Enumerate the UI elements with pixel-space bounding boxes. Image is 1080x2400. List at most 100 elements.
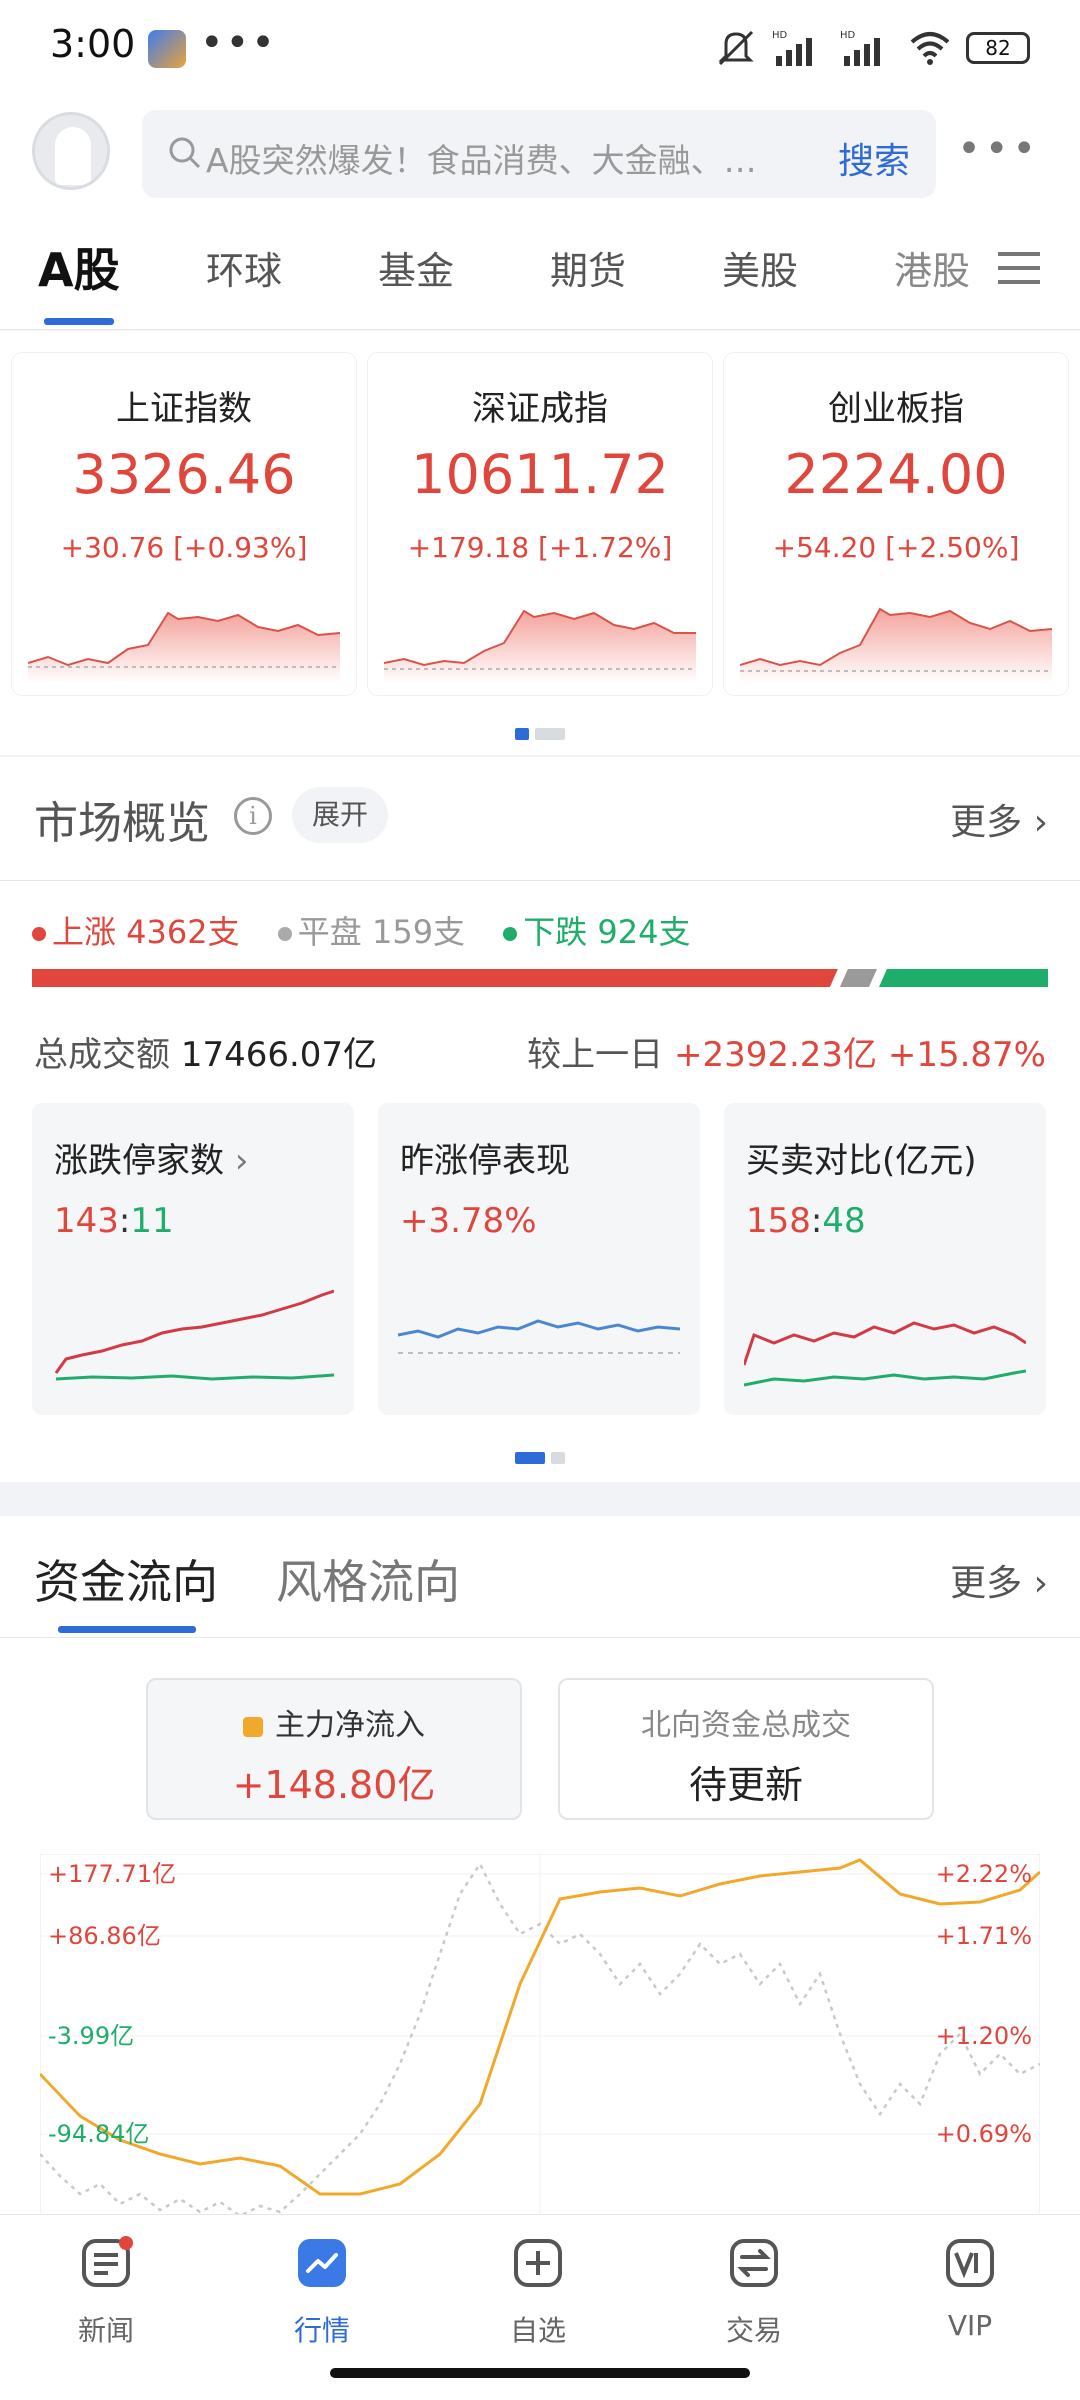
tab-hk-stocks[interactable]: 港股 <box>894 240 970 295</box>
buy-value: 158 <box>746 1201 811 1241</box>
more-menu-button[interactable]: ••• <box>957 126 1040 172</box>
search-input[interactable]: A股突然爆发！食品消费、大金融、… 搜索 <box>142 110 936 198</box>
search-button[interactable]: 搜索 <box>838 132 910 184</box>
index-value: 3326.46 <box>72 443 296 506</box>
separator: : <box>118 1201 131 1241</box>
section-title: 市场概览 <box>34 798 210 849</box>
index-card-chinext[interactable]: 创业板指 2224.00 +54.20 [+2.50%] <box>724 353 1068 695</box>
trade-icon <box>730 2239 778 2287</box>
index-change: +30.76 [+0.93%] <box>60 531 308 564</box>
nav-market[interactable]: 行情 <box>252 2235 392 2349</box>
more-label: 更多 <box>950 1563 1023 1604</box>
card-title: 买卖对比(亿元) <box>746 1141 977 1181</box>
chevron-right-icon: › <box>1033 802 1048 843</box>
legend-square-icon <box>243 1716 263 1737</box>
tab-funds[interactable]: 基金 <box>378 240 454 295</box>
expand-button[interactable]: 展开 <box>292 787 389 843</box>
nav-label: 新闻 <box>77 2314 134 2347</box>
separator: : <box>810 1201 823 1241</box>
yesterday-limit-up-card[interactable]: 昨涨停表现 +3.78% <box>378 1103 700 1415</box>
limit-down-count: 11 <box>130 1201 174 1241</box>
top-bar: A股突然爆发！食品消费、大金融、… 搜索 ••• <box>0 100 1080 210</box>
flow-label: 北向资金总成交 <box>641 1708 851 1743</box>
northbound-box[interactable]: 北向资金总成交 待更新 <box>558 1678 934 1820</box>
card-value: 158:48 <box>746 1201 866 1241</box>
card-value: 143:11 <box>54 1201 174 1241</box>
index-name: 深证成指 <box>472 389 608 429</box>
nav-label: 交易 <box>725 2314 782 2347</box>
tab-us-stocks[interactable]: 美股 <box>722 240 798 295</box>
status-more-dots: ••• <box>200 20 277 66</box>
left-tick-label: -94.84亿 <box>48 2120 149 2148</box>
index-value: 2224.00 <box>784 443 1008 506</box>
market-overview: 市场概览 i 展开 更多 › 上涨 4362支 平盘 159支 下跌 924支 … <box>0 757 1080 1482</box>
home-indicator[interactable] <box>330 2368 750 2378</box>
index-value: 10611.72 <box>411 443 669 506</box>
signal-icon: HD <box>772 30 812 66</box>
left-tick-label: -3.99亿 <box>48 2022 134 2050</box>
market-breadth: 上涨 4362支 平盘 159支 下跌 924支 <box>32 907 719 953</box>
flat-count: 平盘 159支 <box>297 913 466 951</box>
battery-icon: 82 <box>966 32 1030 64</box>
buy-sell-chart <box>744 1321 1026 1387</box>
chevron-right-icon: › <box>234 1141 249 1181</box>
avatar[interactable] <box>32 112 110 190</box>
chevron-right-icon: › <box>1033 1563 1048 1604</box>
nav-trade[interactable]: 交易 <box>684 2235 824 2349</box>
app-notification-icon <box>148 30 186 68</box>
breadth-up-segment <box>32 969 838 987</box>
limit-up-count: 143 <box>54 1201 119 1241</box>
compare-label: 较上一日 <box>527 1035 664 1075</box>
buy-sell-card[interactable]: 买卖对比(亿元) 158:48 <box>724 1103 1046 1415</box>
card-title: 昨涨停表现 <box>400 1141 570 1181</box>
tab-a-shares[interactable]: A股 <box>38 234 120 300</box>
index-panel: 上证指数 3326.46 +30.76 [+0.93%] 深证成指 10611.… <box>0 331 1080 755</box>
wifi-icon <box>910 32 950 65</box>
status-time: 3:00 <box>50 22 136 66</box>
card-value: +3.78% <box>400 1201 537 1241</box>
search-placeholder: A股突然爆发！食品消费、大金融、… <box>206 141 757 180</box>
tab-global[interactable]: 环球 <box>206 240 282 295</box>
mute-icon <box>718 30 754 66</box>
limit-chart <box>54 1289 334 1381</box>
net-label-2: HD <box>840 30 856 41</box>
index-card-shenzhen[interactable]: 深证成指 10611.72 +179.18 [+1.72%] <box>368 353 712 695</box>
limit-up-down-card[interactable]: 涨跌停家数 › 143:11 <box>32 1103 354 1415</box>
vip-icon <box>946 2239 994 2287</box>
market-tabs: A股 环球 基金 期货 美股 港股 <box>0 210 1080 330</box>
overview-pager <box>0 1447 1080 1466</box>
down-count: 下跌 924支 <box>523 913 691 951</box>
turnover: 总成交额 17466.07亿 <box>34 1027 377 1076</box>
tab-futures[interactable]: 期货 <box>550 240 626 295</box>
info-icon[interactable]: i <box>234 797 272 835</box>
breadth-flat-segment <box>839 969 877 987</box>
index-change: +54.20 [+2.50%] <box>772 531 1020 564</box>
flat-dot-icon <box>277 927 292 941</box>
tab-active-indicator <box>44 318 114 325</box>
tab-capital-flow[interactable]: 资金流向 <box>34 1546 218 1612</box>
index-change: +179.18 [+1.72%] <box>407 531 673 564</box>
market-icon <box>298 2239 346 2287</box>
nav-label: VIP <box>947 2309 993 2342</box>
nav-news[interactable]: 新闻 <box>36 2235 176 2349</box>
divider <box>0 880 1080 881</box>
net-label-1: HD <box>772 30 788 41</box>
main-net-inflow-box[interactable]: 主力净流入 +148.80亿 <box>146 1678 522 1820</box>
more-link[interactable]: 更多 › <box>950 1554 1048 1606</box>
status-bar: 3:00 ••• HD HD 82 <box>0 0 1080 100</box>
nav-watchlist[interactable]: 自选 <box>468 2235 608 2349</box>
menu-icon[interactable] <box>998 250 1040 286</box>
down-dot-icon <box>503 927 518 941</box>
nav-vip[interactable]: VIP <box>900 2235 1040 2342</box>
index-name: 创业板指 <box>828 389 964 429</box>
more-link[interactable]: 更多 › <box>950 793 1048 845</box>
index-sparkline <box>740 607 1052 683</box>
index-sparkline <box>384 609 696 683</box>
index-card-shanghai[interactable]: 上证指数 3326.46 +30.76 [+0.93%] <box>12 353 356 695</box>
index-name: 上证指数 <box>116 389 252 429</box>
card-title: 涨跌停家数 › <box>54 1133 248 1182</box>
index-sparkline <box>28 611 340 683</box>
right-tick-label: +1.71% <box>936 1922 1032 1950</box>
flow-value: +148.80亿 <box>232 1763 436 1807</box>
tab-style-flow[interactable]: 风格流向 <box>276 1546 460 1612</box>
